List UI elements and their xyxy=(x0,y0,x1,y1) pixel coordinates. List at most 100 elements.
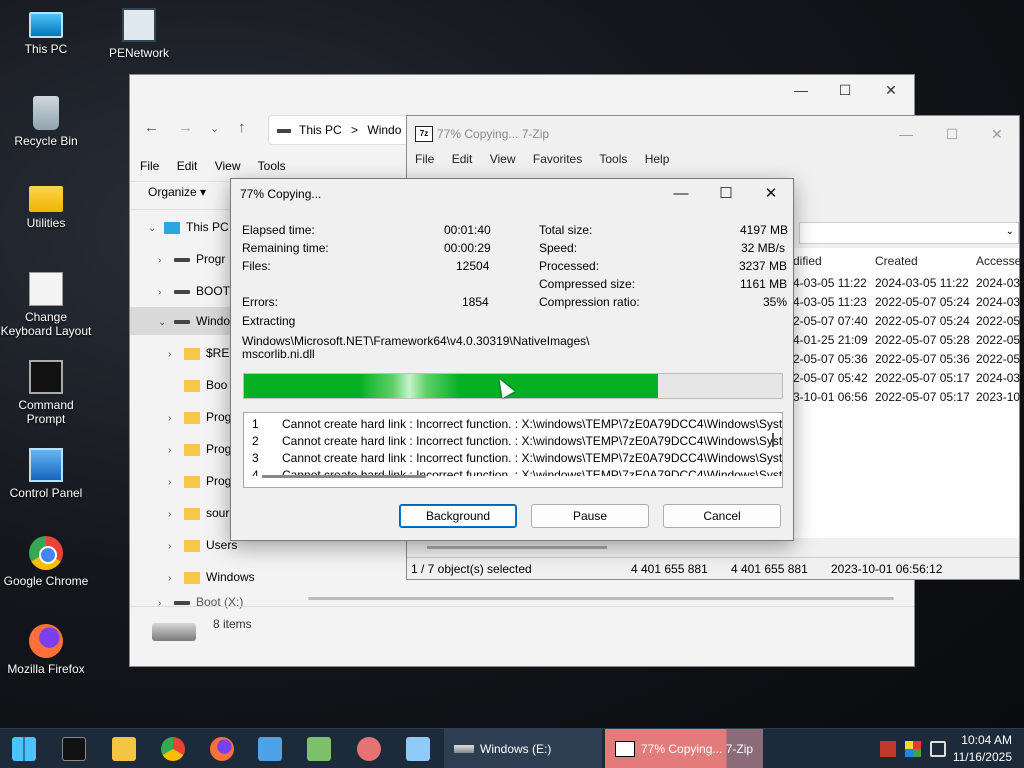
chevron-down-icon[interactable]: ⌄ xyxy=(158,309,174,337)
pause-button[interactable]: Pause xyxy=(531,504,649,528)
menu-file[interactable]: File xyxy=(415,152,434,166)
start-menu-icon[interactable] xyxy=(12,737,36,761)
background-button[interactable]: Background xyxy=(399,504,517,528)
tree-item-folder[interactable]: Boo xyxy=(168,371,227,399)
list-item[interactable]: 2-05-07 07:40 2022-05-07 05:24 2022-05- xyxy=(793,314,1024,328)
explorer-menubar: File Edit View Tools xyxy=(140,159,300,173)
volume-tray-icon[interactable] xyxy=(930,741,946,757)
menu-edit[interactable]: Edit xyxy=(452,152,473,166)
desktop-icon-control-panel[interactable]: Control Panel xyxy=(0,448,92,500)
desktop-icon-utilities[interactable]: Utilities xyxy=(0,180,92,230)
system-clock[interactable]: 10:04 AM 11/16/2025 xyxy=(953,732,1012,766)
menu-help[interactable]: Help xyxy=(645,152,670,166)
column-header-accessed[interactable]: Accesse xyxy=(976,254,1021,268)
menu-tools[interactable]: Tools xyxy=(599,152,627,166)
chevron-right-icon[interactable]: › xyxy=(168,405,184,433)
minimize-button[interactable]: — xyxy=(778,75,824,105)
maximize-button[interactable]: ☐ xyxy=(704,179,748,209)
chevron-down-icon[interactable]: ⌄ xyxy=(1006,226,1014,237)
breadcrumb-this-pc[interactable]: This PC xyxy=(299,123,342,137)
menu-file[interactable]: File xyxy=(140,159,159,173)
close-button[interactable]: ✕ xyxy=(974,119,1020,149)
back-arrow-icon[interactable]: ← xyxy=(144,119,159,136)
list-item[interactable]: 1 Cannot create hard link : Incorrect fun… xyxy=(252,417,782,431)
tree-item-folder[interactable]: › $REC xyxy=(168,339,238,367)
selection-status: 1 / 7 object(s) selected xyxy=(411,562,532,576)
list-item[interactable]: 3 Cannot create hard link : Incorrect fun… xyxy=(252,451,782,465)
recent-dropdown-icon[interactable]: ⌄ xyxy=(210,122,219,135)
tree-item-folder[interactable]: › Prog xyxy=(168,467,231,495)
maximize-button[interactable]: ☐ xyxy=(822,75,868,105)
file-explorer-icon[interactable] xyxy=(112,737,136,761)
column-header-created[interactable]: Created xyxy=(875,254,918,268)
paint-icon[interactable] xyxy=(357,737,381,761)
minimize-button[interactable]: — xyxy=(883,119,929,149)
chevron-right-icon[interactable]: › xyxy=(168,565,184,593)
chrome-icon[interactable] xyxy=(161,737,185,761)
desktop-icon-recycle-bin[interactable]: Recycle Bin xyxy=(0,96,92,148)
menu-view[interactable]: View xyxy=(215,159,241,173)
list-item[interactable]: 4-01-25 21:09 2022-05-07 05:28 2022-05- xyxy=(793,333,1024,347)
vertical-scrollbar[interactable] xyxy=(772,433,774,447)
cancel-button[interactable]: Cancel xyxy=(663,504,781,528)
chevron-right-icon[interactable]: › xyxy=(158,247,174,275)
path-input[interactable]: ⌄ xyxy=(799,222,1019,244)
tree-item-drive[interactable]: › BOOT xyxy=(158,277,230,305)
breadcrumb-windows[interactable]: Windo xyxy=(367,123,401,137)
horizontal-scrollbar[interactable] xyxy=(427,546,607,549)
tree-item-folder[interactable]: › Users xyxy=(168,531,237,559)
menu-favorites[interactable]: Favorites xyxy=(533,152,582,166)
desktop-icon-penetwork[interactable]: PENetwork xyxy=(93,8,185,60)
desktop-icon-command-prompt[interactable]: Command Prompt xyxy=(0,360,92,426)
modified-cell: 2-05-07 07:40 xyxy=(793,314,868,328)
desktop-icon-google-chrome[interactable]: Google Chrome xyxy=(0,536,92,588)
list-item[interactable]: 4-03-05 11:22 2024-03-05 11:22 2024-03- xyxy=(793,276,1024,290)
chevron-right-icon[interactable]: › xyxy=(168,437,184,465)
list-item[interactable]: 2-05-07 05:42 2022-05-07 05:17 2024-03- xyxy=(793,371,1024,385)
chevron-down-icon[interactable]: ⌄ xyxy=(148,215,164,243)
taskbar-app-7zip[interactable]: 77% Copying... 7-Zip xyxy=(605,729,763,768)
tree-item-folder[interactable]: › Prog xyxy=(168,435,231,463)
tree-item-this-pc[interactable]: ⌄ This PC xyxy=(148,213,229,241)
menu-edit[interactable]: Edit xyxy=(177,159,198,173)
taskbar-app-windows-e[interactable]: Windows (E:) xyxy=(444,729,602,768)
terminal-icon[interactable] xyxy=(62,737,86,761)
tree-item-drive[interactable]: › Progr xyxy=(158,245,225,273)
desktop-icon-this-pc[interactable]: This PC xyxy=(0,8,92,56)
tree-item-folder[interactable]: › Windows xyxy=(168,563,255,591)
minimize-button[interactable]: — xyxy=(659,179,703,209)
maximize-button[interactable]: ☐ xyxy=(929,119,975,149)
firefox-icon[interactable] xyxy=(210,737,234,761)
tree-item-drive[interactable]: ⌄ Windo xyxy=(158,307,230,335)
horizontal-scrollbar[interactable] xyxy=(262,475,426,478)
menu-tools[interactable]: Tools xyxy=(258,159,286,173)
error-log-list[interactable]: 1 Cannot create hard link : Incorrect fun… xyxy=(243,412,783,488)
up-arrow-icon[interactable]: ↑ xyxy=(238,119,246,136)
chevron-right-icon[interactable]: › xyxy=(168,533,184,561)
calculator-icon[interactable] xyxy=(406,737,430,761)
notepad-icon[interactable] xyxy=(258,737,282,761)
accessed-cell: 2024-03- xyxy=(976,295,1024,309)
chevron-right-icon[interactable]: › xyxy=(158,279,174,307)
list-item[interactable]: 2-05-07 05:36 2022-05-07 05:36 2022-05- xyxy=(793,352,1024,366)
menu-view[interactable]: View xyxy=(490,152,516,166)
chevron-right-icon[interactable]: › xyxy=(168,341,184,369)
column-header-modified[interactable]: dified xyxy=(793,254,822,268)
list-item[interactable]: 2 Cannot create hard link : Incorrect fun… xyxy=(252,434,782,448)
forward-arrow-icon[interactable]: → xyxy=(178,119,193,136)
display-tray-icon[interactable] xyxy=(905,741,921,757)
spreadsheet-icon[interactable] xyxy=(307,737,331,761)
close-button[interactable]: ✕ xyxy=(749,179,793,209)
organize-button[interactable]: Organize ▾ xyxy=(148,185,206,199)
chevron-right-icon[interactable]: › xyxy=(168,469,184,497)
desktop-icon-mozilla-firefox[interactable]: Mozilla Firefox xyxy=(0,624,92,676)
chevron-right-icon[interactable]: › xyxy=(168,501,184,529)
list-item[interactable]: 4-03-05 11:23 2022-05-07 05:24 2024-03- xyxy=(793,295,1024,309)
desktop-icon-change-keyboard-layout[interactable]: Change Keyboard Layout xyxy=(0,272,92,338)
tree-item-folder[interactable]: › Prog xyxy=(168,403,231,431)
network-tray-icon[interactable] xyxy=(880,741,896,757)
tree-item-folder[interactable]: › sour xyxy=(168,499,229,527)
horizontal-scrollbar[interactable] xyxy=(308,597,894,600)
list-item[interactable]: 3-10-01 06:56 2022-05-07 05:17 2023-10- xyxy=(793,390,1024,404)
close-button[interactable]: ✕ xyxy=(868,75,914,105)
